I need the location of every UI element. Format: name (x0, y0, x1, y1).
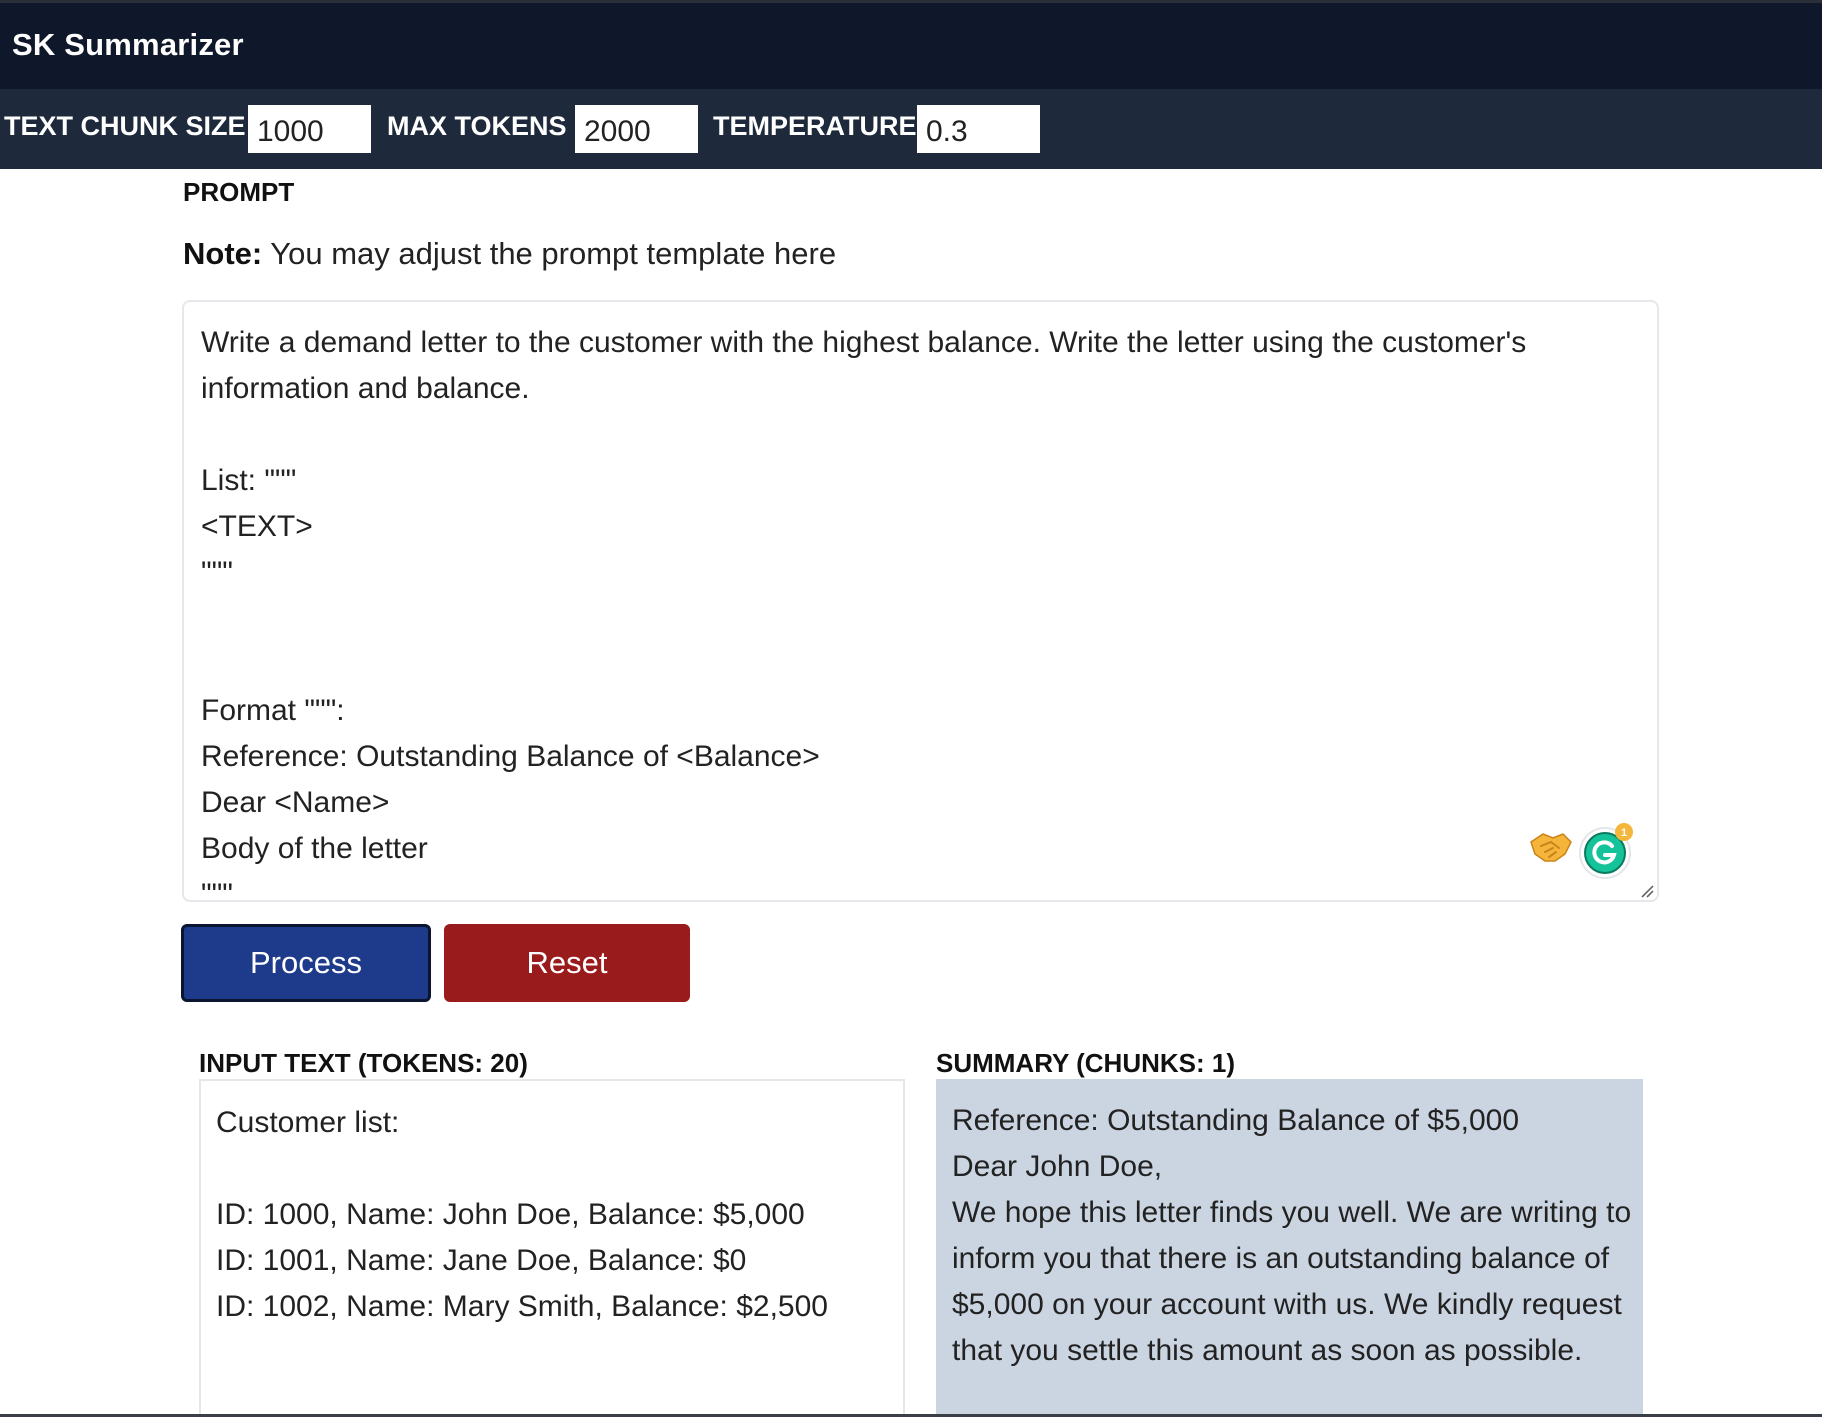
settings-bar: TEXT CHUNK SIZE MAX TOKENS TEMPERATURE (0, 89, 1822, 169)
input-text-content[interactable]: Customer list: ID: 1000, Name: John Doe,… (216, 1100, 896, 1330)
input-text-heading: INPUT TEXT (TOKENS: 20) (199, 1048, 528, 1078)
prompt-note: Note: You may adjust the prompt template… (183, 236, 836, 272)
app-title: SK Summarizer (12, 27, 244, 62)
max-tokens-label: MAX TOKENS (387, 111, 567, 141)
app-window: SK Summarizer TEXT CHUNK SIZE MAX TOKENS… (0, 0, 1822, 1417)
max-tokens-input[interactable] (575, 105, 698, 153)
temperature-input[interactable] (917, 105, 1040, 153)
summary-text-content: Reference: Outstanding Balance of $5,000… (952, 1104, 1632, 1367)
summary-heading: SUMMARY (CHUNKS: 1) (936, 1048, 1235, 1078)
process-button[interactable]: Process (181, 924, 431, 1002)
header-bar: SK Summarizer (0, 0, 1822, 89)
note-text: You may adjust the prompt template here (262, 236, 837, 271)
grammarly-badge-count: 1 (1621, 827, 1627, 839)
prompt-heading: PROMPT (183, 177, 295, 207)
temperature-label: TEMPERATURE (713, 111, 917, 141)
summary-output: Reference: Outstanding Balance of $5,000… (936, 1079, 1643, 1417)
handshake-emoji-icon[interactable] (1529, 830, 1573, 864)
reset-button[interactable]: Reset (444, 924, 690, 1002)
prompt-template-text[interactable]: Write a demand letter to the customer wi… (201, 320, 1631, 918)
resize-handle-icon[interactable] (1640, 884, 1654, 898)
input-text-area[interactable]: Customer list: ID: 1000, Name: John Doe,… (199, 1079, 905, 1417)
note-label: Note: (183, 236, 263, 271)
grammarly-icon[interactable]: 1 (1578, 822, 1636, 880)
chunk-size-label: TEXT CHUNK SIZE (4, 111, 246, 141)
prompt-textarea[interactable]: Write a demand letter to the customer wi… (182, 300, 1659, 911)
chunk-size-input[interactable] (248, 105, 371, 153)
